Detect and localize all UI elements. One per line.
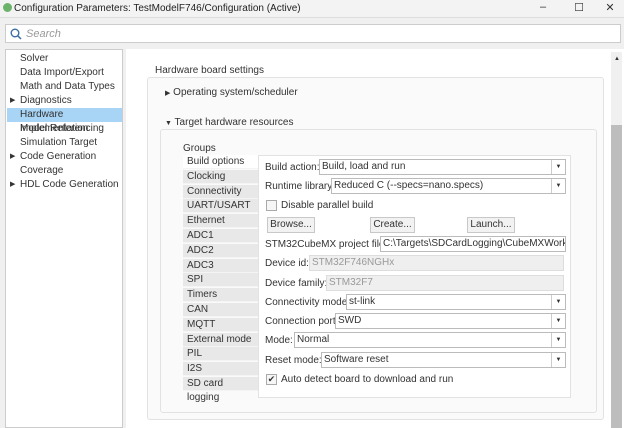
- launch-button[interactable]: Launch...: [467, 217, 515, 233]
- project-file-input[interactable]: C:\Targets\SDCardLogging\CubeMXWorkflow: [380, 236, 566, 252]
- category-tree: Solver Data Import/Export Math and Data Ty…: [5, 49, 123, 428]
- device-id-label: Device id:: [265, 258, 309, 269]
- build-action-dropdown[interactable]: Build, load and run ▼: [319, 159, 566, 175]
- connection-port-dropdown[interactable]: SWD ▼: [335, 313, 566, 329]
- groups-label: Groups: [183, 143, 216, 154]
- chevron-down-icon: ▼: [551, 295, 565, 309]
- group-item[interactable]: Connectivity: [183, 184, 258, 199]
- reset-mode-dropdown[interactable]: Software reset ▼: [321, 352, 566, 368]
- os-scheduler-label: Operating system/scheduler: [173, 87, 298, 98]
- browse-button[interactable]: Browse...: [267, 217, 315, 233]
- group-item[interactable]: MQTT: [183, 317, 258, 332]
- target-resources-label: Target hardware resources: [174, 117, 294, 128]
- disable-parallel-checkbox[interactable]: [266, 200, 277, 211]
- chevron-down-icon: ▼: [551, 179, 565, 193]
- auto-detect-checkbox[interactable]: ✔: [266, 374, 277, 385]
- tree-item-label: Solver: [20, 53, 49, 64]
- expand-arrow-icon[interactable]: ▶: [10, 150, 15, 164]
- app-icon: [3, 3, 12, 12]
- mode-dropdown[interactable]: Normal ▼: [294, 332, 566, 348]
- tree-item[interactable]: ▶ Code Generation: [7, 150, 122, 164]
- scrollbar-thumb[interactable]: [611, 125, 622, 428]
- group-item[interactable]: SPI: [183, 273, 258, 288]
- group-item[interactable]: Clocking: [183, 169, 258, 184]
- reset-mode-label: Reset mode:: [265, 355, 322, 366]
- expand-arrow-icon: ▶: [165, 90, 171, 97]
- auto-detect-label: Auto detect board to download and run: [281, 374, 454, 385]
- tree-item-label: HDL Code Generation: [20, 179, 119, 190]
- group-item[interactable]: ADC2: [183, 243, 258, 258]
- window-title: Configuration Parameters: TestModelF746/…: [14, 3, 301, 14]
- section-title: Hardware board settings: [155, 65, 264, 76]
- os-scheduler-toggle[interactable]: ▶ Operating system/scheduler: [165, 87, 298, 98]
- runtime-library-label: Runtime library:: [265, 181, 336, 192]
- target-resources-toggle[interactable]: ▼ Target hardware resources: [165, 117, 294, 128]
- checkmark-icon: ✔: [267, 374, 276, 384]
- collapse-arrow-icon: ▼: [165, 120, 172, 127]
- disable-parallel-label: Disable parallel build: [281, 200, 374, 211]
- tree-item[interactable]: Simulation Target: [7, 136, 122, 150]
- expand-arrow-icon[interactable]: ▶: [10, 178, 15, 192]
- project-file-label: STM32CubeMX project file:: [265, 239, 388, 250]
- device-family-label: Device family:: [265, 278, 328, 289]
- maximize-button[interactable]: ☐: [566, 1, 592, 16]
- close-button[interactable]: ✕: [597, 1, 623, 16]
- expand-arrow-icon[interactable]: ▶: [10, 94, 15, 108]
- search-placeholder: Search: [26, 28, 61, 40]
- device-id-field: STM32F746NGHx: [309, 255, 564, 271]
- scroll-up-icon[interactable]: ▲: [614, 56, 620, 62]
- tree-item-label: Model Referencing: [20, 123, 104, 134]
- build-action-label: Build action:: [265, 162, 320, 173]
- group-item[interactable]: External mode: [183, 332, 258, 347]
- chevron-down-icon: ▼: [551, 314, 565, 328]
- dropdown-value: Normal: [297, 334, 330, 345]
- dropdown-value: Build, load and run: [322, 161, 406, 172]
- dropdown-value: Software reset: [324, 354, 389, 365]
- title-bar: Configuration Parameters: TestModelF746/…: [0, 0, 624, 18]
- group-item[interactable]: Build options: [183, 155, 258, 169]
- connectivity-mode-dropdown[interactable]: st-link ▼: [346, 294, 566, 310]
- connection-port-label: Connection port:: [265, 316, 339, 327]
- device-family-field: STM32F7: [326, 275, 564, 291]
- group-item[interactable]: I2S: [183, 362, 258, 377]
- tree-item[interactable]: Coverage: [7, 164, 122, 178]
- tree-item[interactable]: Model Referencing: [7, 122, 122, 136]
- group-item[interactable]: SD card logging: [183, 377, 258, 403]
- tree-item[interactable]: ▶ Diagnostics: [7, 94, 122, 108]
- connectivity-mode-label: Connectivity mode:: [265, 297, 351, 308]
- group-item[interactable]: Timers: [183, 288, 258, 303]
- tree-item-label: Data Import/Export: [20, 67, 104, 78]
- chevron-down-icon: ▼: [551, 160, 565, 174]
- tree-item-label: Coverage: [20, 165, 64, 176]
- group-item[interactable]: UART/USART: [183, 199, 258, 214]
- tree-item[interactable]: ▶ HDL Code Generation: [7, 178, 122, 192]
- search-icon: [10, 28, 22, 40]
- search-input[interactable]: Search: [5, 24, 621, 43]
- dropdown-value: Reduced C (--specs=nano.specs): [334, 180, 484, 191]
- chevron-down-icon: ▼: [551, 333, 565, 347]
- tree-item-label: Math and Data Types: [20, 81, 115, 92]
- tree-item[interactable]: Hardware Implementation: [7, 108, 122, 134]
- tree-item[interactable]: Data Import/Export: [7, 66, 122, 80]
- dropdown-value: st-link: [349, 296, 376, 307]
- tree-item-label: Code Generation: [20, 151, 97, 162]
- group-item[interactable]: ADC3: [183, 258, 258, 273]
- group-item[interactable]: ADC1: [183, 229, 258, 243]
- mode-label: Mode:: [265, 335, 293, 346]
- minimize-button[interactable]: –: [530, 1, 556, 16]
- chevron-down-icon: ▼: [551, 353, 565, 367]
- create-button[interactable]: Create...: [370, 217, 415, 233]
- runtime-library-dropdown[interactable]: Reduced C (--specs=nano.specs) ▼: [331, 178, 566, 194]
- group-item[interactable]: Ethernet: [183, 214, 258, 229]
- group-item[interactable]: PIL: [183, 347, 258, 362]
- tree-item[interactable]: Math and Data Types: [7, 80, 122, 94]
- group-item[interactable]: CAN: [183, 303, 258, 317]
- tree-item[interactable]: Solver: [7, 52, 122, 66]
- tree-item-label: Diagnostics: [20, 95, 72, 106]
- tree-item-label: Simulation Target: [20, 137, 98, 148]
- dropdown-value: SWD: [338, 315, 362, 326]
